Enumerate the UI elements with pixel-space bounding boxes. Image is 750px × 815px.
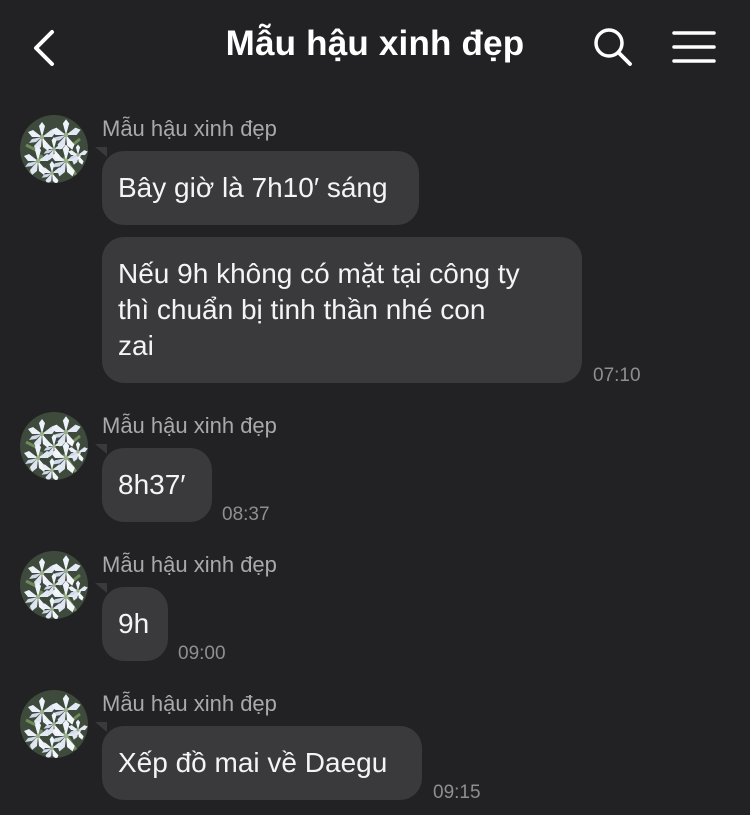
avatar[interactable] bbox=[20, 690, 88, 758]
message-timestamp: 07:10 bbox=[593, 365, 641, 386]
hamburger-menu-icon bbox=[672, 31, 716, 63]
bubble-tail bbox=[95, 147, 107, 157]
avatar[interactable] bbox=[20, 551, 88, 619]
message-bubble[interactable]: Bây giờ là 7h10′ sáng bbox=[102, 151, 419, 225]
message-bubble[interactable]: 8h37′ bbox=[102, 448, 212, 522]
bubble-tail bbox=[95, 722, 107, 732]
bubble-tail bbox=[95, 444, 107, 454]
avatar[interactable] bbox=[20, 115, 88, 183]
message-timestamp: 09:15 bbox=[433, 782, 481, 803]
search-icon bbox=[594, 28, 632, 66]
menu-button[interactable] bbox=[672, 30, 716, 64]
message-bubble[interactable]: 9h bbox=[102, 587, 168, 661]
lily-flower-avatar-image bbox=[20, 115, 88, 183]
lily-flower-avatar-image bbox=[20, 412, 88, 480]
sender-name: Mẫu hậu xinh đẹp bbox=[102, 552, 277, 577]
message-timestamp: 08:37 bbox=[222, 504, 270, 525]
lily-flower-avatar-image bbox=[20, 551, 88, 619]
message-timestamp: 09:00 bbox=[178, 643, 226, 664]
message-bubble[interactable]: Nếu 9h không có mặt tại công ty thì chuẩ… bbox=[102, 237, 582, 383]
search-button[interactable] bbox=[592, 26, 634, 68]
chat-header: Mẫu hậu xinh đẹp bbox=[0, 0, 750, 96]
sender-name: Mẫu hậu xinh đẹp bbox=[102, 413, 277, 438]
avatar[interactable] bbox=[20, 412, 88, 480]
bubble-tail bbox=[95, 583, 107, 593]
back-button[interactable] bbox=[26, 26, 66, 70]
chat-title: Mẫu hậu xinh đẹp bbox=[225, 24, 525, 63]
sender-name: Mẫu hậu xinh đẹp bbox=[102, 691, 277, 716]
sender-name: Mẫu hậu xinh đẹp bbox=[102, 116, 277, 141]
chevron-left-icon bbox=[34, 30, 54, 66]
message-bubble[interactable]: Xếp đồ mai về Daegu bbox=[102, 726, 422, 800]
lily-flower-avatar-image bbox=[20, 690, 88, 758]
